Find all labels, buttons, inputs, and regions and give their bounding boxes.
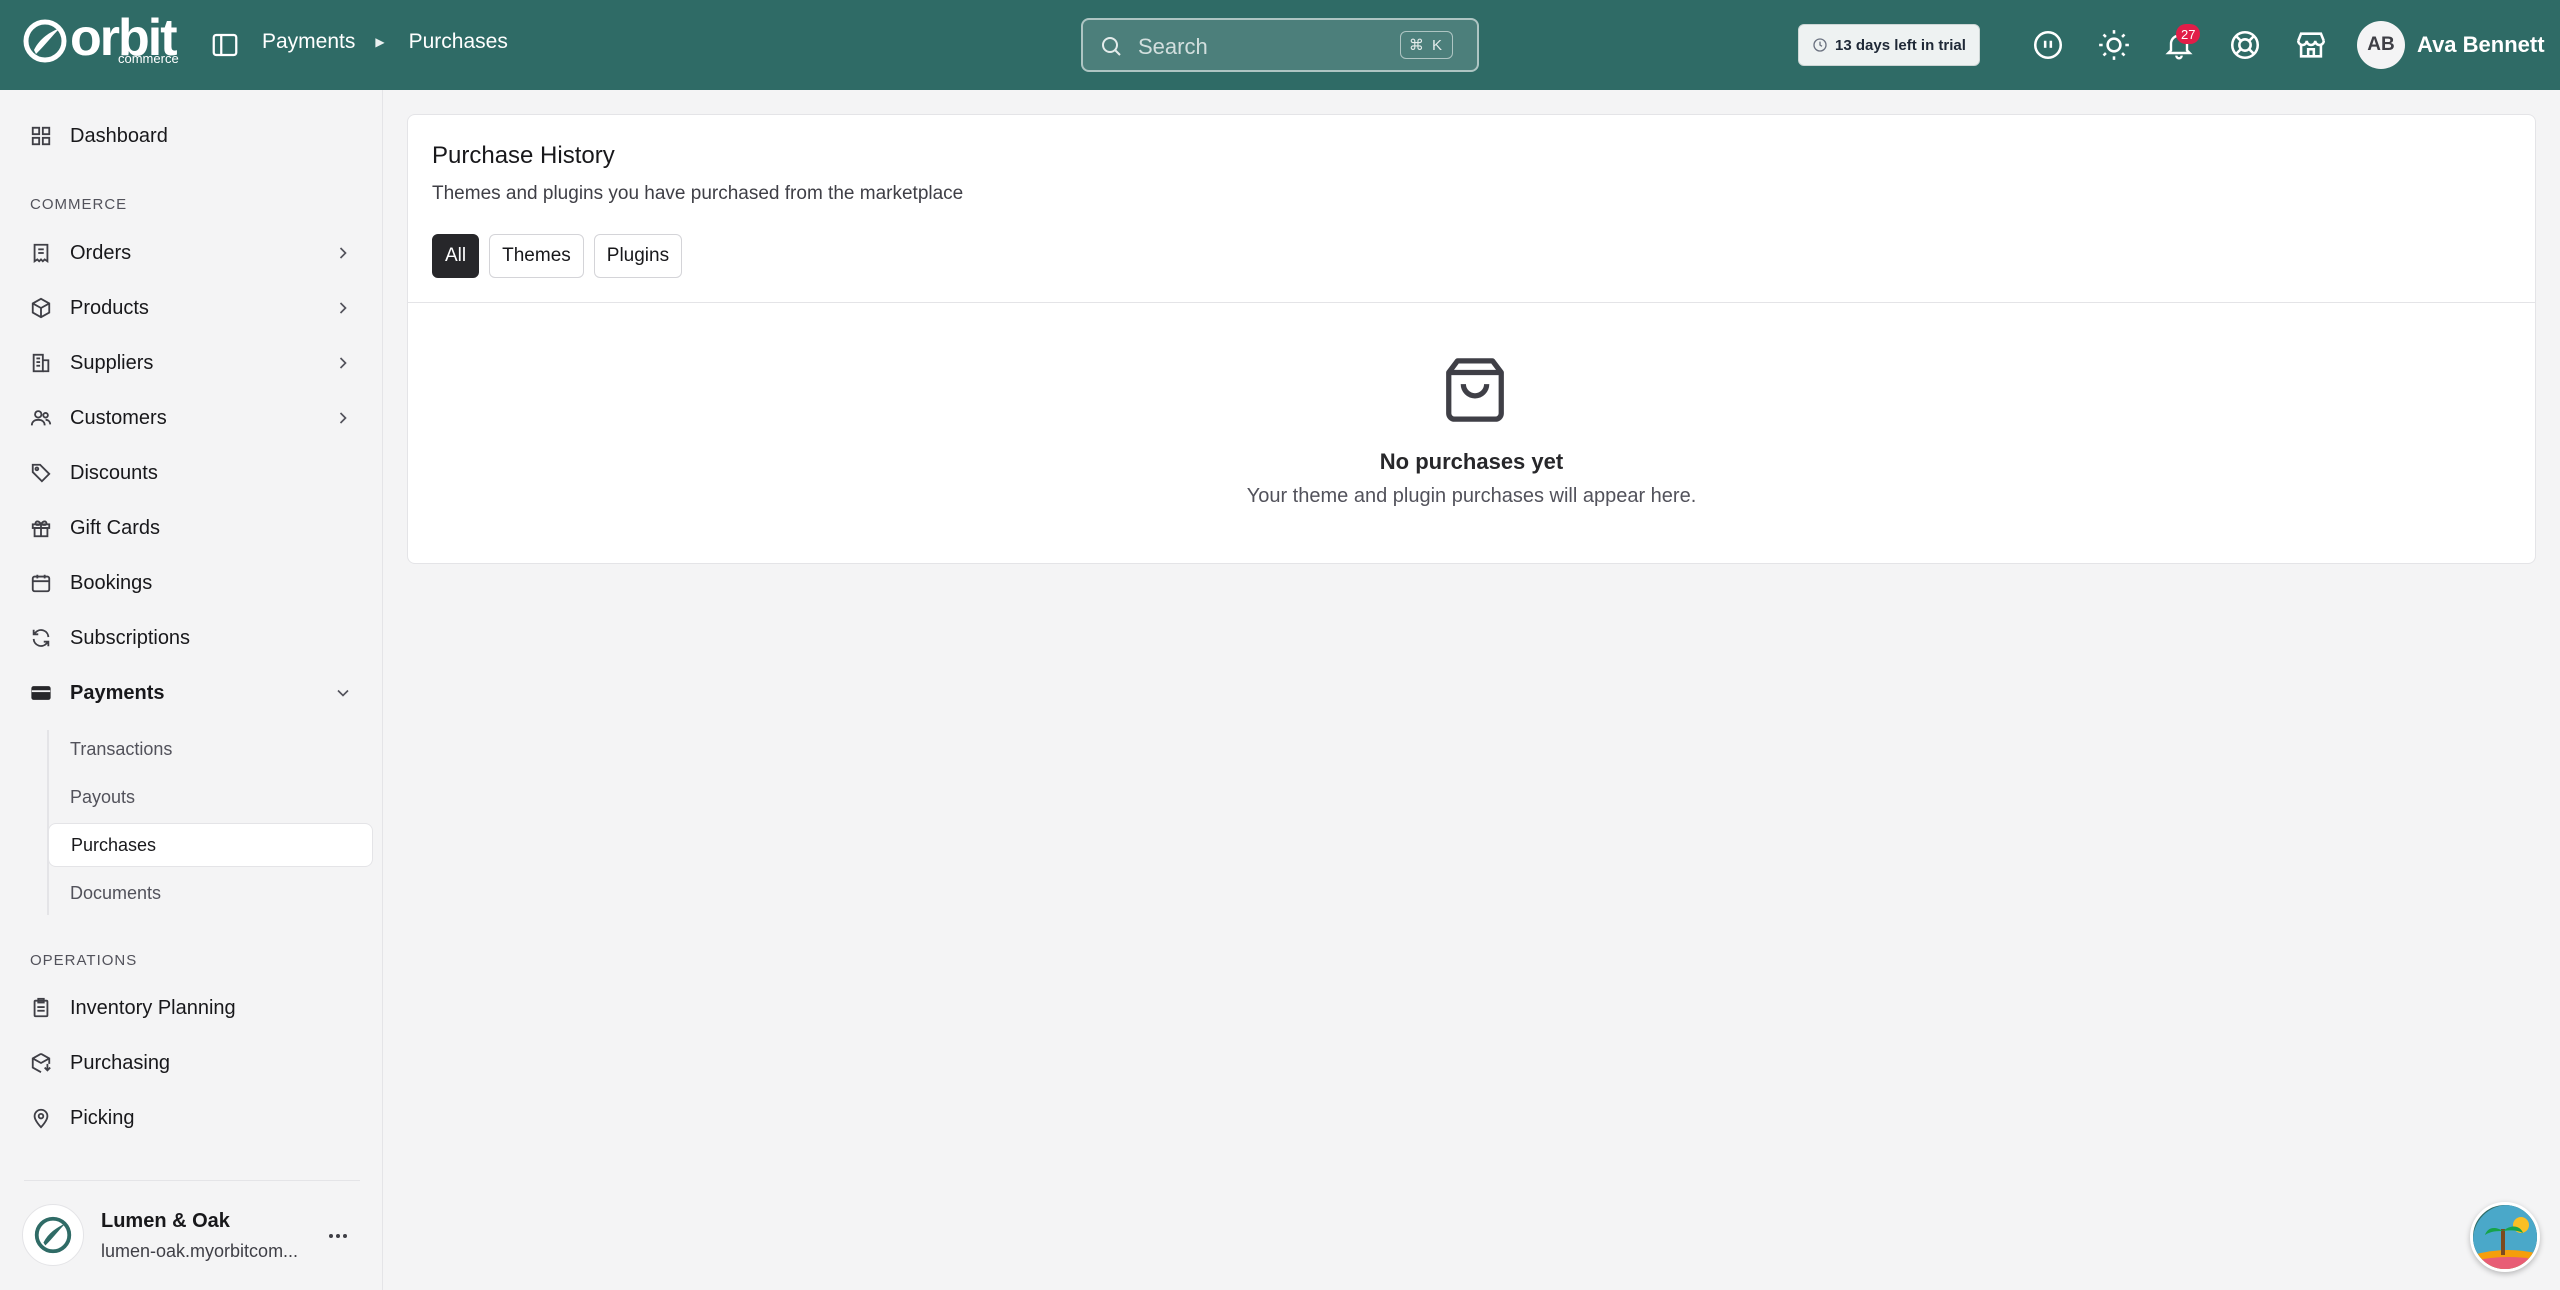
sidebar-item-label: Picking: [70, 1106, 135, 1129]
store-icon: [2296, 32, 2326, 58]
support-button[interactable]: [2226, 26, 2264, 64]
package-icon: [28, 295, 54, 321]
sidebar-item-products[interactable]: Products: [28, 286, 373, 330]
sidebar-toggle-icon: [212, 33, 238, 57]
section-label-commerce: COMMERCE: [30, 196, 128, 213]
help-button[interactable]: [2029, 26, 2067, 64]
purchase-history-card: Purchase History Themes and plugins you …: [407, 114, 2536, 564]
users-icon: [28, 405, 54, 431]
chat-bubble-icon: [2033, 30, 2063, 60]
building-icon: [28, 350, 54, 376]
sidebar-subitem-payouts[interactable]: Payouts: [48, 775, 373, 819]
search-placeholder: Search: [1138, 34, 1208, 59]
orders-icon: [28, 240, 54, 266]
sidebar: Dashboard COMMERCE Orders Products Suppl…: [0, 90, 383, 1290]
chevron-right-icon: [339, 357, 347, 369]
orbit-logo-icon: [23, 19, 67, 63]
sidebar-item-gift-cards[interactable]: Gift Cards: [28, 506, 373, 550]
breadcrumb: Payments ▶ Purchases: [262, 30, 508, 54]
store-name[interactable]: Lumen & Oak: [101, 1210, 230, 1233]
sidebar-item-inventory-planning[interactable]: Inventory Planning: [28, 986, 373, 1030]
user-name[interactable]: Ava Bennett: [2417, 32, 2545, 58]
user-avatar[interactable]: AB: [2357, 21, 2405, 69]
orbit-logo[interactable]: orbit commerce: [22, 12, 190, 68]
empty-state-title: No purchases yet: [1379, 449, 1564, 474]
sidebar-item-label: Discounts: [70, 461, 158, 484]
tab-plugins[interactable]: Plugins: [593, 234, 683, 278]
chevron-down-icon: [337, 689, 349, 697]
search-input[interactable]: Search ⌘ K: [1081, 18, 1479, 72]
sidebar-item-bookings[interactable]: Bookings: [28, 561, 373, 605]
top-bar: orbit commerce Payments ▶ Purchases Sear…: [0, 0, 2560, 90]
sidebar-item-subscriptions[interactable]: Subscriptions: [28, 616, 373, 660]
sidebar-item-purchasing[interactable]: Purchasing: [28, 1041, 373, 1085]
search-icon: [1102, 37, 1121, 56]
sidebar-item-label: Customers: [70, 406, 167, 429]
sidebar-item-customers[interactable]: Customers: [28, 396, 373, 440]
card-divider: [408, 302, 2535, 303]
sidebar-divider: [24, 1180, 360, 1181]
sidebar-item-label: Inventory Planning: [70, 996, 236, 1019]
trial-text: 13 days left in trial: [1835, 36, 1966, 54]
chevron-right-icon: [339, 302, 347, 314]
credit-card-icon: [28, 680, 54, 706]
sidebar-item-label: Dashboard: [70, 124, 168, 147]
clipboard-icon: [28, 995, 54, 1021]
notification-count-badge: 27: [2176, 24, 2201, 44]
logo-subtitle: commerce: [118, 51, 179, 66]
store-logo-icon: [34, 1216, 72, 1254]
sidebar-item-label: Purchasing: [70, 1051, 171, 1074]
sidebar-item-discounts[interactable]: Discounts: [28, 451, 373, 495]
sidebar-subitem-transactions[interactable]: Transactions: [48, 727, 373, 771]
sidebar-toggle-button[interactable]: [208, 28, 242, 62]
sun-icon: [2099, 30, 2129, 60]
tag-icon: [28, 460, 54, 486]
theme-toggle-button[interactable]: [2095, 26, 2133, 64]
clock-icon: [1813, 38, 1827, 52]
tab-themes[interactable]: Themes: [489, 234, 584, 278]
more-horizontal-icon: [329, 1234, 347, 1238]
page-title: Purchase History: [432, 142, 615, 169]
store-url: lumen-oak.myorbitcom...: [101, 1241, 299, 1261]
sidebar-item-dashboard[interactable]: Dashboard: [28, 114, 373, 158]
sidebar-item-picking[interactable]: Picking: [28, 1096, 373, 1140]
sidebar-item-label: Bookings: [70, 571, 153, 594]
chevron-right-icon: [339, 247, 347, 259]
island-avatar-icon: [2473, 1205, 2537, 1269]
tab-all[interactable]: All: [432, 234, 480, 278]
sidebar-subitem-purchases[interactable]: Purchases: [48, 823, 373, 867]
gift-icon: [28, 515, 54, 541]
assistant-launcher-button[interactable]: [2470, 1202, 2540, 1272]
sidebar-item-payments[interactable]: Payments: [28, 671, 373, 715]
dashboard-icon: [28, 123, 54, 149]
sidebar-item-label: Payments: [70, 681, 165, 704]
sidebar-item-label: Products: [70, 296, 149, 319]
sidebar-item-label: Subscriptions: [70, 626, 191, 649]
breadcrumb-purchases: Purchases: [408, 30, 508, 53]
sidebar-item-label: Orders: [70, 241, 132, 264]
package-arrow-icon: [28, 1050, 54, 1076]
search-shortcut: ⌘ K: [1399, 31, 1453, 59]
breadcrumb-separator-icon: ▶: [375, 35, 385, 49]
chevron-right-icon: [339, 412, 347, 424]
filter-tabs: All Themes Plugins: [432, 234, 692, 278]
shopping-bag-icon: [1446, 358, 1504, 422]
breadcrumb-payments[interactable]: Payments: [262, 30, 355, 54]
page-subtitle: Themes and plugins you have purchased fr…: [432, 183, 964, 204]
sidebar-subitem-documents[interactable]: Documents: [48, 871, 373, 915]
sidebar-item-label: Suppliers: [70, 351, 154, 374]
lifebuoy-icon: [2230, 30, 2260, 60]
section-label-operations: OPERATIONS: [30, 952, 138, 969]
map-pin-icon: [28, 1105, 54, 1131]
sidebar-item-suppliers[interactable]: Suppliers: [28, 341, 373, 385]
store-logo[interactable]: [22, 1204, 84, 1266]
calendar-icon: [28, 570, 54, 596]
store-more-button[interactable]: [324, 1222, 352, 1250]
sidebar-item-orders[interactable]: Orders: [28, 231, 373, 275]
storefront-button[interactable]: [2292, 26, 2330, 64]
sidebar-item-label: Gift Cards: [70, 516, 161, 539]
refresh-icon: [28, 625, 54, 651]
trial-badge[interactable]: 13 days left in trial: [1798, 24, 1980, 66]
empty-state-description: Your theme and plugin purchases will app…: [1246, 485, 1697, 507]
